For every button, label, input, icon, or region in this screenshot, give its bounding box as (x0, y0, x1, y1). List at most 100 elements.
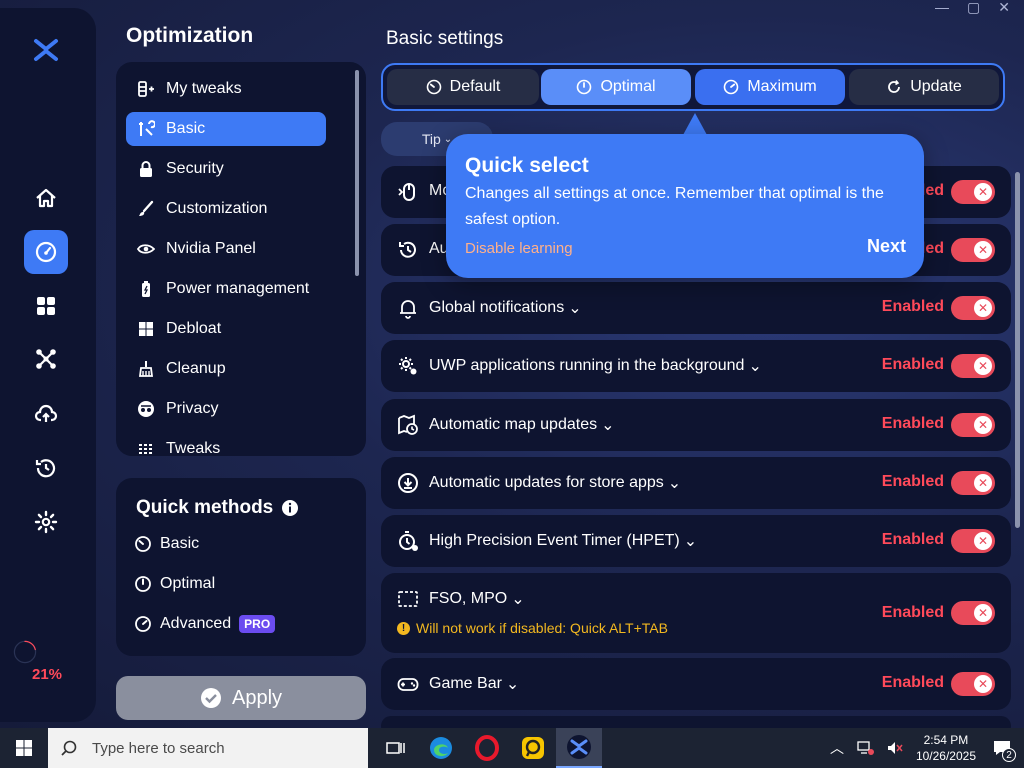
preset-optimal-button[interactable]: Optimal (541, 69, 691, 105)
disable-learning-link[interactable]: Disable learning (465, 240, 573, 257)
setting-label[interactable]: Automatic updates for store apps ⌄ (429, 473, 681, 493)
taskbar-clock[interactable]: 2:54 PM 10/26/2025 (916, 732, 976, 764)
brush-icon (136, 199, 156, 219)
setting-row: High Precision Event Timer (HPET) ⌄ Enabl… (381, 515, 1011, 567)
setting-label-text: Game Bar (429, 675, 502, 692)
menu-item-security[interactable]: Security (126, 152, 326, 186)
status-text: Enabled (881, 531, 944, 548)
network-icon (36, 349, 56, 369)
gauge-low-icon (426, 79, 441, 95)
rail-settings[interactable] (26, 502, 66, 542)
gear-icon (34, 510, 58, 534)
setting-row: UWP applications running in the backgrou… (381, 340, 1011, 392)
quick-method-optimal[interactable]: Optimal (134, 572, 215, 596)
network-status-icon[interactable] (856, 740, 874, 756)
menu-label: Security (166, 160, 224, 177)
rail-history[interactable] (26, 448, 66, 488)
setting-toggle[interactable]: ✕ (951, 296, 995, 320)
setting-toggle[interactable]: ✕ (951, 413, 995, 437)
settings-scrollbar[interactable] (1015, 172, 1020, 528)
setting-label[interactable]: Automatic map updates ⌄ (429, 415, 615, 435)
toggle-x-icon: ✕ (974, 604, 992, 622)
tweaks-icon (136, 439, 156, 456)
gears-icon (399, 357, 417, 375)
menu-label: Customization (166, 200, 268, 217)
close-icon[interactable]: ✕ (998, 0, 1010, 14)
task-view-button[interactable] (372, 728, 418, 768)
menu-item-privacy[interactable]: Privacy (126, 392, 326, 426)
setting-toggle[interactable]: ✕ (951, 180, 995, 204)
preset-default-button[interactable]: Default (387, 69, 539, 105)
setting-toggle[interactable]: ✕ (951, 529, 995, 553)
clock-time: 2:54 PM (923, 733, 969, 747)
setting-toggle[interactable]: ✕ (951, 471, 995, 495)
chevron-down-icon: ⌄ (601, 417, 615, 434)
chevron-up-icon[interactable]: ︿ (830, 738, 844, 758)
notification-center-button[interactable]: 2 (988, 734, 1016, 762)
app-yellow-button[interactable] (510, 728, 556, 768)
rail-cloud[interactable] (26, 394, 66, 434)
rail-apps[interactable] (26, 286, 66, 326)
opera-button[interactable] (464, 728, 510, 768)
quick-method-label: Basic (160, 535, 200, 552)
app-logo-icon (567, 735, 591, 759)
gauge-low-icon (135, 536, 151, 552)
rail-home[interactable] (26, 178, 66, 218)
menu-label: Basic (166, 120, 206, 137)
start-button[interactable] (0, 728, 48, 768)
rail-optimization[interactable] (24, 230, 68, 274)
minimize-icon[interactable]: — (935, 0, 949, 14)
preset-update-button[interactable]: Update (849, 69, 999, 105)
timer-icon (399, 531, 418, 551)
menu-item-nvidia-panel[interactable]: Nvidia Panel (126, 232, 326, 266)
setting-toggle[interactable]: ✕ (951, 238, 995, 262)
apply-button[interactable]: Apply (116, 676, 366, 720)
apply-label: Apply (231, 686, 283, 709)
mouse-icon (398, 183, 415, 201)
preset-maximum-button[interactable]: Maximum (695, 69, 845, 105)
menu-item-debloat[interactable]: Debloat (126, 312, 326, 346)
volume-muted-icon[interactable] (886, 740, 904, 756)
menu-item-basic[interactable]: Basic (126, 112, 326, 146)
optimizer-app-button[interactable] (556, 728, 602, 768)
tooltip-body: Changes all settings at once. Remember t… (465, 185, 884, 228)
chevron-down-icon: ⌄ (505, 676, 520, 693)
setting-label[interactable]: UWP applications running in the backgrou… (429, 356, 762, 376)
menu-item-power-management[interactable]: Power management (126, 272, 326, 306)
maximize-icon[interactable]: ▢ (967, 0, 980, 14)
download-circle-icon (398, 473, 418, 493)
quick-method-basic[interactable]: Basic (134, 532, 199, 556)
setting-toggle[interactable]: ✕ (951, 354, 995, 378)
menu-item-my-tweaks[interactable]: My tweaks (126, 72, 326, 106)
toggle-x-icon: ✕ (974, 183, 992, 201)
menu-scrollbar[interactable] (355, 70, 359, 276)
tooltip-next-button[interactable]: Next (867, 236, 906, 257)
bell-icon (400, 300, 416, 319)
rail-network[interactable] (26, 339, 66, 379)
chevron-down-icon: ⌄ (667, 475, 682, 492)
info-icon[interactable] (281, 499, 299, 517)
setting-label[interactable]: Game Bar ⌄ (429, 674, 519, 694)
menu-item-cleanup[interactable]: Cleanup (126, 352, 326, 386)
gauge-high-icon (135, 616, 151, 632)
warning-note: ! Will not work if disabled: Quick ALT+T… (397, 620, 668, 636)
setting-label[interactable]: High Precision Event Timer (HPET) ⌄ (429, 531, 697, 551)
map-clock-icon (398, 414, 418, 435)
setting-label[interactable]: Global notifications ⌄ (429, 298, 582, 318)
setting-label[interactable]: FSO, MPO ⌄ (429, 589, 525, 609)
menu-label: Nvidia Panel (166, 240, 256, 257)
window-controls: — ▢ ✕ (935, 0, 1010, 14)
menu-item-customization[interactable]: Customization (126, 192, 326, 226)
quick-method-advanced[interactable]: Advanced PRO (134, 612, 276, 636)
setting-toggle[interactable]: ✕ (951, 672, 995, 696)
setting-toggle[interactable]: ✕ (951, 601, 995, 625)
task-view-icon (386, 742, 405, 754)
yellow-app-icon (522, 737, 544, 759)
taskbar-search[interactable]: Type here to search (48, 728, 368, 768)
progress-label: 21% (31, 665, 63, 683)
edge-button[interactable] (418, 728, 464, 768)
menu-label: Debloat (166, 320, 222, 337)
quick-select-tooltip: Quick select Changes all settings at onc… (446, 134, 924, 278)
list-plus-icon (136, 79, 156, 99)
menu-item-tweaks[interactable]: Tweaks (126, 432, 326, 456)
